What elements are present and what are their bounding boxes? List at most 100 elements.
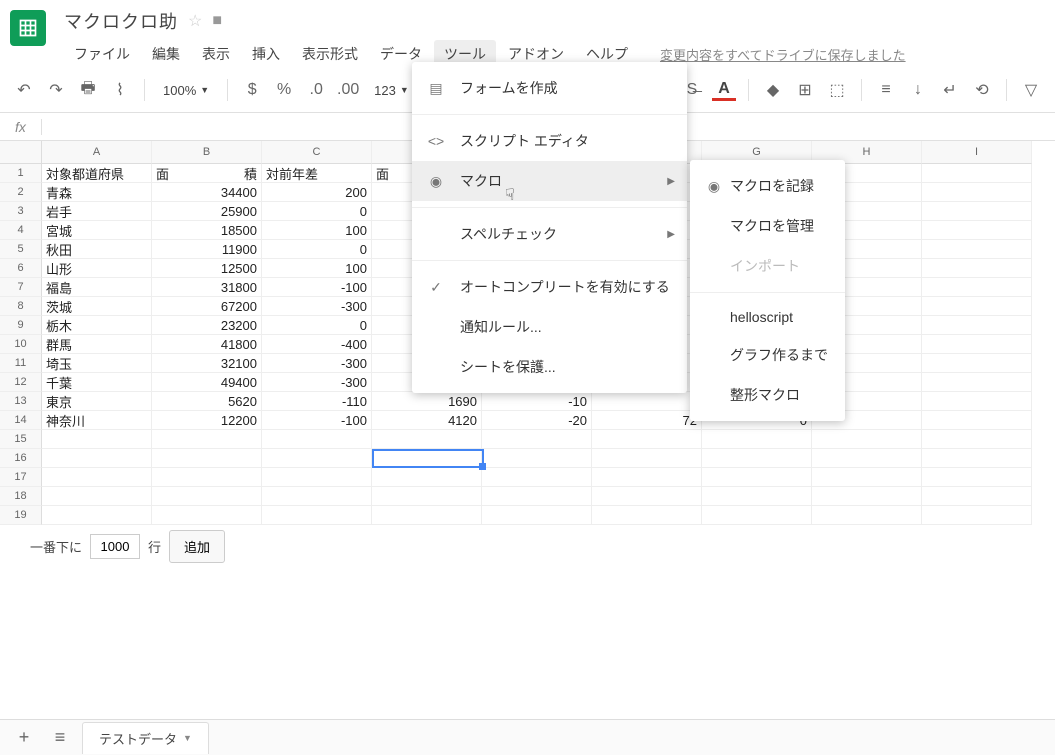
- cell[interactable]: 100: [262, 221, 372, 240]
- cell[interactable]: [702, 449, 812, 468]
- cell[interactable]: 福島: [42, 278, 152, 297]
- macro-manage[interactable]: マクロを管理: [690, 206, 845, 246]
- cell[interactable]: [152, 506, 262, 525]
- add-rows-input[interactable]: [90, 534, 140, 559]
- row-header[interactable]: 5: [0, 240, 42, 259]
- row-header[interactable]: 7: [0, 278, 42, 297]
- sheets-logo[interactable]: [10, 10, 46, 46]
- cell[interactable]: 5620: [152, 392, 262, 411]
- zoom-select[interactable]: 100% ▼: [155, 79, 217, 102]
- tools-protect[interactable]: シートを保護...: [412, 347, 687, 387]
- cell[interactable]: -400: [262, 335, 372, 354]
- cell[interactable]: 青森: [42, 183, 152, 202]
- row-header[interactable]: 2: [0, 183, 42, 202]
- row-header[interactable]: 17: [0, 468, 42, 487]
- cell[interactable]: 12500: [152, 259, 262, 278]
- cell[interactable]: [372, 430, 482, 449]
- cell[interactable]: -300: [262, 373, 372, 392]
- doc-title[interactable]: マクロクロ助: [64, 8, 178, 34]
- cell[interactable]: 72: [592, 411, 702, 430]
- cell[interactable]: [922, 259, 1032, 278]
- cell[interactable]: [482, 468, 592, 487]
- cell[interactable]: [42, 487, 152, 506]
- text-color-icon[interactable]: A: [710, 76, 738, 104]
- row-header[interactable]: 8: [0, 297, 42, 316]
- cell[interactable]: -10: [482, 392, 592, 411]
- cell[interactable]: [922, 278, 1032, 297]
- cell[interactable]: [592, 449, 702, 468]
- col-header[interactable]: I: [922, 141, 1032, 164]
- tools-autocomplete[interactable]: ✓オートコンプリートを有効にする: [412, 267, 687, 307]
- row-header[interactable]: 10: [0, 335, 42, 354]
- cell[interactable]: 200: [262, 183, 372, 202]
- merge-icon[interactable]: ⬚: [823, 76, 851, 104]
- cell[interactable]: [592, 468, 702, 487]
- cell[interactable]: [922, 183, 1032, 202]
- cell[interactable]: [922, 468, 1032, 487]
- cell[interactable]: 0: [262, 316, 372, 335]
- tools-macro[interactable]: ◉マクロ▶: [412, 161, 687, 201]
- row-header[interactable]: 9: [0, 316, 42, 335]
- row-header[interactable]: 15: [0, 430, 42, 449]
- cell[interactable]: [592, 487, 702, 506]
- valign-icon[interactable]: ↓: [904, 76, 932, 104]
- select-all-corner[interactable]: [0, 141, 42, 164]
- cell[interactable]: 11900: [152, 240, 262, 259]
- cell[interactable]: [812, 430, 922, 449]
- menu-format[interactable]: 表示形式: [292, 40, 368, 68]
- cell[interactable]: 東京: [42, 392, 152, 411]
- halign-icon[interactable]: ≡: [872, 76, 900, 104]
- macro-format[interactable]: 整形マクロ: [690, 375, 845, 415]
- cell[interactable]: 岩手: [42, 202, 152, 221]
- number-format-select[interactable]: 123 ▼: [366, 79, 417, 102]
- cell[interactable]: [922, 297, 1032, 316]
- row-header[interactable]: 12: [0, 373, 42, 392]
- cell[interactable]: 神奈川: [42, 411, 152, 430]
- cell[interactable]: [922, 373, 1032, 392]
- cell[interactable]: 0: [262, 202, 372, 221]
- cell[interactable]: [152, 468, 262, 487]
- cell[interactable]: [152, 449, 262, 468]
- cell[interactable]: 18500: [152, 221, 262, 240]
- cell[interactable]: 群馬: [42, 335, 152, 354]
- menu-view[interactable]: 表示: [192, 40, 240, 68]
- cell[interactable]: [372, 506, 482, 525]
- cell[interactable]: [702, 430, 812, 449]
- row-header[interactable]: 3: [0, 202, 42, 221]
- cell[interactable]: [922, 240, 1032, 259]
- cell[interactable]: 宮城: [42, 221, 152, 240]
- row-header[interactable]: 16: [0, 449, 42, 468]
- macro-helloscript[interactable]: helloscript: [690, 299, 845, 335]
- cell[interactable]: 32100: [152, 354, 262, 373]
- percent-icon[interactable]: %: [270, 76, 298, 104]
- cell[interactable]: [922, 392, 1032, 411]
- tools-script-editor[interactable]: <>スクリプト エディタ: [412, 121, 687, 161]
- folder-icon[interactable]: ■: [212, 12, 222, 30]
- cell[interactable]: [922, 449, 1032, 468]
- decimal-inc-icon[interactable]: .00: [334, 76, 362, 104]
- cell[interactable]: 100: [262, 259, 372, 278]
- cell[interactable]: [482, 506, 592, 525]
- cell[interactable]: -100: [262, 411, 372, 430]
- cell[interactable]: 25900: [152, 202, 262, 221]
- cell[interactable]: 埼玉: [42, 354, 152, 373]
- cell[interactable]: 49400: [152, 373, 262, 392]
- rotate-icon[interactable]: ⟲: [968, 76, 996, 104]
- cell[interactable]: [702, 468, 812, 487]
- cell[interactable]: 山形: [42, 259, 152, 278]
- cell[interactable]: [922, 354, 1032, 373]
- cell[interactable]: [922, 221, 1032, 240]
- macro-graph[interactable]: グラフ作るまで: [690, 335, 845, 375]
- cell[interactable]: [262, 506, 372, 525]
- cell[interactable]: [812, 487, 922, 506]
- cell[interactable]: -300: [262, 354, 372, 373]
- cell[interactable]: [372, 468, 482, 487]
- filter-icon[interactable]: ▽: [1017, 76, 1045, 104]
- row-header[interactable]: 18: [0, 487, 42, 506]
- col-header[interactable]: B: [152, 141, 262, 164]
- cell[interactable]: 栃木: [42, 316, 152, 335]
- cell[interactable]: 茨城: [42, 297, 152, 316]
- cell[interactable]: 面積: [152, 164, 262, 183]
- cell[interactable]: 秋田: [42, 240, 152, 259]
- cell[interactable]: 0: [262, 240, 372, 259]
